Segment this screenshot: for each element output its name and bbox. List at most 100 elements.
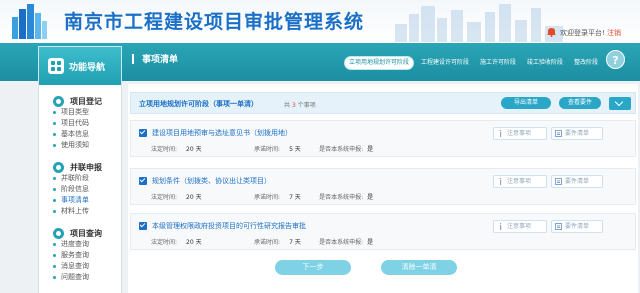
sidebar-group-title[interactable]: 项目登记 <box>39 95 121 107</box>
welcome-label: 欢迎登录平台! <box>560 29 605 37</box>
notice-label: 注意事项 <box>507 130 532 137</box>
count-value: 3 <box>291 102 296 109</box>
item-name[interactable]: 本级管理权限政府投资项目的可行性研究报告审批 <box>152 221 306 231</box>
sidebar-item-service-query[interactable]: 服务查询 <box>39 250 121 261</box>
count-suffix: 个事项 <box>297 102 316 109</box>
next-step-button[interactable]: 下一步 <box>275 260 351 275</box>
legal-time-value: 20 天 <box>186 239 202 246</box>
notice-button[interactable]: 注意事项 <box>493 220 547 233</box>
tab-stage-building-permit[interactable]: 施工许可阶段 <box>476 56 520 70</box>
group-label: 并联申报 <box>70 162 102 172</box>
sidebar-item-upload[interactable]: 材料上传 <box>39 206 121 217</box>
promise-time-value: 5 天 <box>289 146 301 153</box>
promise-time-value: 7 天 <box>289 239 301 246</box>
list-item: 规划条件（划拨类、协议出让类项目） 法定时间: 20 天 承诺时间: 7 天 是… <box>130 168 636 205</box>
page-title: 事项清单 <box>132 52 178 65</box>
tab-stage-land-planning[interactable]: 立项用地规划许可阶段 <box>344 56 415 70</box>
group-label: 项目查询 <box>70 228 102 238</box>
sidebar-item-parallel-stage[interactable]: 并联阶段 <box>39 173 121 184</box>
city-logo-icon <box>12 4 47 39</box>
document-list-button[interactable]: 要件清单 <box>551 127 603 140</box>
page-title-text: 事项清单 <box>142 55 179 65</box>
legal-time-label: 法定时间: <box>151 239 178 246</box>
legal-time-label: 法定时间: <box>151 194 178 201</box>
tab-stage-rectification[interactable]: 整改阶段 <box>570 56 602 70</box>
sidebar-item-project-type[interactable]: 项目类型 <box>39 107 121 118</box>
stage-tabs: 立项用地规划许可阶段 工程建设许可阶段 施工许可阶段 竣工验收阶段 整改阶段 <box>344 56 602 70</box>
sidebar-item-message-query[interactable]: 消息查询 <box>39 261 121 272</box>
sidebar-item-item-list[interactable]: 事项清单 <box>39 195 121 206</box>
sidebar-group-title[interactable]: 项目查询 <box>39 227 121 239</box>
document-list-label: 要件清单 <box>565 223 590 230</box>
help-button[interactable]: ? <box>606 50 625 69</box>
title-bar-marker <box>132 53 134 64</box>
promise-time-label: 承诺时间: <box>254 146 281 153</box>
notice-label: 注意事项 <box>507 178 532 185</box>
query-icon <box>53 227 64 239</box>
online-declare-label: 是否本系统申报: <box>319 239 364 246</box>
sidebar-item-progress-query[interactable]: 进度查询 <box>39 239 121 250</box>
tab-stage-construction-permit[interactable]: 工程建设许可阶段 <box>417 56 473 70</box>
item-count: 共 3 个事项 <box>284 100 316 109</box>
list-item: 建设项目用地预审与选址意见书（划拨用地） 法定时间: 20 天 承诺时间: 5 … <box>130 120 636 157</box>
welcome-text: 欢迎登录平台! 注销 <box>560 28 621 38</box>
registration-icon <box>53 95 64 107</box>
item-meta: 法定时间: 20 天 承诺时间: 7 天 是否本系统申报: 是 <box>151 192 373 201</box>
sidebar-group-parallel: 并联申报 并联阶段 阶段信息 事项清单 材料上传 <box>39 161 121 217</box>
promise-time-label: 承诺时间: <box>254 194 281 201</box>
sidebar-item-usage-notes[interactable]: 使用须知 <box>39 140 121 151</box>
count-prefix: 共 <box>284 102 291 109</box>
sidebar-group-registration: 项目登记 项目类型 项目代码 基本信息 使用须知 <box>39 95 121 151</box>
notice-label: 注意事项 <box>507 223 532 230</box>
logout-link[interactable]: 注销 <box>607 29 621 37</box>
item-meta: 法定时间: 20 天 承诺时间: 7 天 是否本系统申报: 是 <box>151 237 373 246</box>
sidebar-group-query: 项目查询 进度查询 服务查询 消息查询 问题查询 <box>39 227 121 283</box>
sidebar-item-stage-info[interactable]: 阶段信息 <box>39 184 121 195</box>
online-declare-label: 是否本系统申报: <box>319 194 364 201</box>
app-header: 南京市工程建设项目审批管理系统 欢迎登录平台! 注销 <box>0 0 640 43</box>
online-declare-value: 是 <box>367 239 374 246</box>
parallel-declare-icon <box>53 161 64 173</box>
legal-time-value: 20 天 <box>186 194 202 201</box>
document-list-button[interactable]: 要件清单 <box>551 220 603 233</box>
item-name[interactable]: 规划条件（划拨类、协议出让类项目） <box>152 176 271 186</box>
group-label: 项目登记 <box>70 96 102 106</box>
main-panel: 立项用地规划许可阶段（事项一单清） 共 3 个事项 导出清单 查看要件 建设项目… <box>128 84 638 293</box>
skyline-decoration <box>395 4 563 42</box>
sidebar-group-title[interactable]: 并联申报 <box>39 161 121 173</box>
document-icon <box>555 223 562 230</box>
collapse-chevron-icon[interactable] <box>609 97 631 110</box>
sidebar-title: 功能导航 <box>69 62 106 73</box>
tab-stage-acceptance[interactable]: 竣工验收阶段 <box>523 56 567 70</box>
document-list-label: 要件清单 <box>565 178 590 185</box>
notice-button[interactable]: 注意事项 <box>493 175 547 188</box>
item-name[interactable]: 建设项目用地预审与选址意见书（划拨用地） <box>152 128 292 138</box>
online-declare-label: 是否本系统申报: <box>319 146 364 153</box>
list-item: 本级管理权限政府投资项目的可行性研究报告审批 法定时间: 20 天 承诺时间: … <box>130 213 636 250</box>
document-list-button[interactable]: 要件清单 <box>551 175 603 188</box>
online-declare-value: 是 <box>367 146 374 153</box>
stage-summary: 立项用地规划许可阶段（事项一单清） 共 3 个事项 导出清单 查看要件 <box>130 92 636 114</box>
notice-button[interactable]: 注意事项 <box>493 127 547 140</box>
document-list-label: 要件清单 <box>565 130 590 137</box>
notification-bell-icon[interactable] <box>546 27 557 37</box>
clear-list-button[interactable]: 清除一单清 <box>381 260 457 275</box>
document-icon <box>555 130 562 137</box>
item-meta: 法定时间: 20 天 承诺时间: 5 天 是否本系统申报: 是 <box>151 144 373 153</box>
sidebar-item-basic-info[interactable]: 基本信息 <box>39 129 121 140</box>
item-checkbox[interactable] <box>139 177 147 185</box>
sidebar-item-issue-query[interactable]: 问题查询 <box>39 272 121 283</box>
sidebar-item-project-code[interactable]: 项目代码 <box>39 118 121 129</box>
promise-time-value: 7 天 <box>289 194 301 201</box>
item-checkbox[interactable] <box>139 129 147 137</box>
grid-icon <box>48 58 64 74</box>
stage-summary-title: 立项用地规划许可阶段（事项一单清） <box>139 100 258 108</box>
legal-time-value: 20 天 <box>186 146 202 153</box>
sidebar-header: 功能导航 <box>39 47 121 85</box>
export-list-button[interactable]: 导出清单 <box>501 97 551 109</box>
sidebar: 功能导航 项目登记 项目类型 项目代码 基本信息 使用须知 并联申报 并联阶段 … <box>38 46 122 293</box>
info-icon <box>500 130 502 137</box>
view-documents-button[interactable]: 查看要件 <box>559 97 601 109</box>
info-icon <box>500 178 502 185</box>
item-checkbox[interactable] <box>139 222 147 230</box>
